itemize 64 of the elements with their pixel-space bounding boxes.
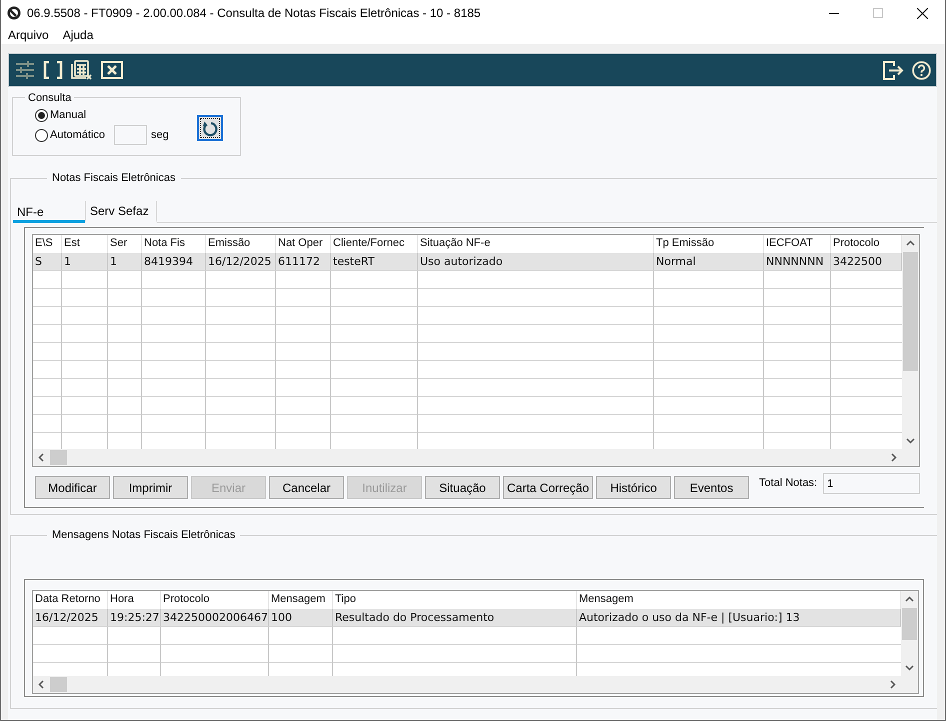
scroll-left-icon[interactable] (38, 453, 44, 462)
scroll-up-icon[interactable] (905, 596, 914, 602)
refresh-icon (202, 120, 218, 136)
table-cell: Uso autorizado (418, 253, 654, 271)
group-title: Mensagens Notas Fiscais Eletrônicas (47, 529, 240, 541)
table-cell: testeRT (331, 253, 418, 271)
scrollbar-thumb[interactable] (903, 252, 918, 371)
scroll-up-icon[interactable] (906, 240, 915, 246)
tab[interactable]: NF-e (13, 203, 85, 223)
vertical-scrollbar[interactable] (902, 235, 919, 449)
vertical-scrollbar[interactable] (901, 591, 918, 676)
table-cell: 1 (108, 253, 142, 271)
app-logo-icon (7, 6, 21, 20)
table-cell: 8419394 (142, 253, 206, 271)
unit-label: seg (151, 129, 169, 141)
table-cell: Autorizado o uso da NF-e | [Usuario:] 13 (577, 609, 901, 627)
tab[interactable]: Serv Sefaz (85, 201, 157, 223)
scroll-right-icon[interactable] (891, 453, 897, 462)
table-cell: 16/12/2025 (206, 253, 276, 271)
action-button[interactable]: Eventos (674, 476, 750, 499)
action-button[interactable]: Cancelar (269, 476, 344, 499)
scrollbar-thumb[interactable] (50, 450, 67, 465)
table-row[interactable]: S 1 1 8419394 16/12/2025 611172 testeRT Uso autorizado Normal NNNNNNN 3422500 (33, 253, 902, 271)
calculator-icon[interactable] (71, 60, 93, 80)
table-row[interactable]: 16/12/2025 19:25:27 342250002006467 100 Resultado do Processamento Autorizado o uso da NF-e | [Usuario:] 13 (33, 609, 901, 627)
horizontal-scrollbar[interactable] (33, 676, 901, 693)
group-title: Consulta (25, 92, 74, 104)
table-cell: Resultado do Processamento (333, 609, 577, 627)
action-button[interactable]: Situação (425, 476, 500, 499)
radio-option[interactable]: Automático (35, 127, 106, 143)
total-label: Total Notas: (759, 477, 818, 489)
window-title: 06.9.5508 - FT0909 - 2.00.00.084 - Consulta de Notas Fiscais Eletrônicas - 10 - 8185 (27, 6, 482, 20)
table-cell: Normal (654, 253, 764, 271)
interval-field[interactable] (114, 125, 148, 145)
horizontal-scrollbar[interactable] (33, 449, 902, 466)
close-icon[interactable] (917, 8, 928, 18)
brackets-icon[interactable] (43, 61, 63, 79)
menu-item[interactable]: Arquivo (8, 28, 49, 42)
action-button[interactable]: Imprimir (113, 476, 188, 499)
table-cell: S (33, 253, 62, 271)
table-cell: 100 (269, 609, 333, 627)
scrollbar-thumb[interactable] (902, 608, 917, 640)
exit-icon[interactable] (883, 60, 904, 80)
menu-item[interactable]: Ajuda (62, 28, 94, 42)
table-cell: 1 (62, 253, 108, 271)
total-field[interactable]: 1 (823, 473, 920, 494)
radio-option[interactable]: Manual (35, 107, 106, 123)
table-cell: NNNNNNN (764, 253, 831, 271)
table-cell: 611172 (276, 253, 331, 271)
scroll-down-icon[interactable] (905, 665, 914, 671)
scroll-down-icon[interactable] (906, 438, 915, 444)
action-button[interactable]: Modificar (35, 476, 110, 499)
table-cell: 16/12/2025 (33, 609, 108, 627)
scroll-right-icon[interactable] (890, 680, 896, 689)
table-cell: 19:25:27 (108, 609, 161, 627)
group-title: Notas Fiscais Eletrônicas (47, 172, 180, 184)
close-box-icon[interactable] (101, 61, 123, 79)
scrollbar-thumb[interactable] (50, 677, 67, 692)
table-cell: 342250002006467 (161, 609, 269, 627)
scroll-left-icon[interactable] (38, 680, 44, 689)
action-button[interactable]: Carta Correção (503, 476, 594, 499)
refresh-button[interactable] (196, 115, 223, 141)
action-button[interactable]: Histórico (596, 476, 672, 499)
help-icon[interactable] (912, 60, 931, 80)
